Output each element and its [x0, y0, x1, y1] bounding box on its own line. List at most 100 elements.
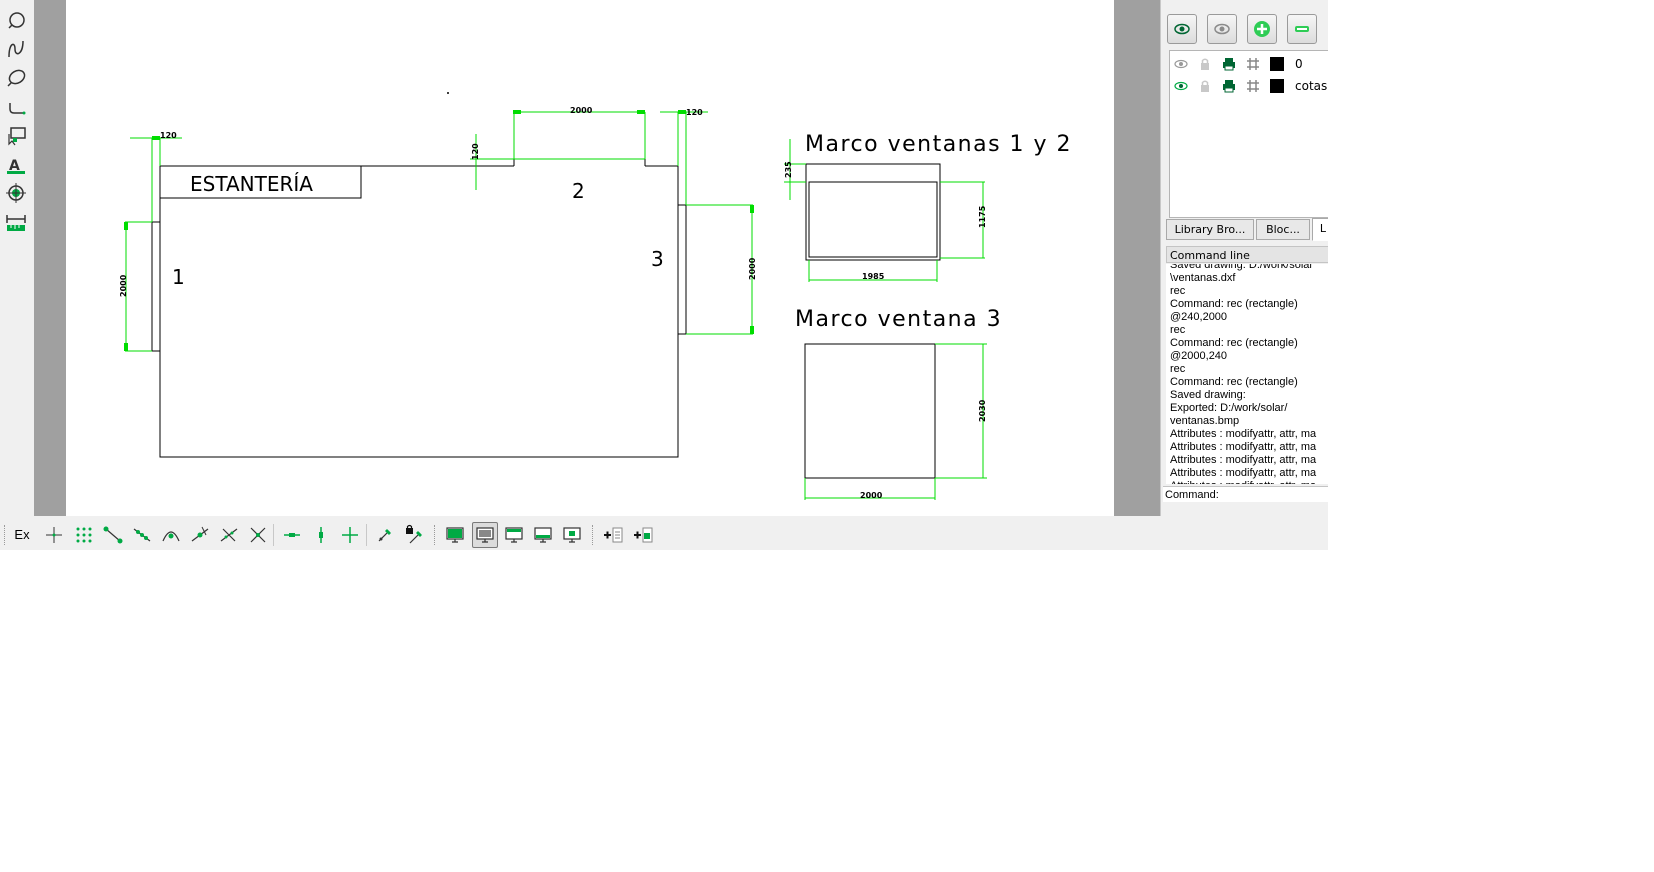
dimension-tool-icon[interactable] — [3, 209, 29, 235]
drawing-canvas[interactable]: ESTANTERÍA 1 3 2 120 2000 120 120 2000 2… — [66, 0, 1114, 516]
dock-tabs: Library Bro... Bloc... L — [1166, 218, 1328, 241]
tab-library-browser[interactable]: Library Bro... — [1166, 219, 1254, 240]
restrict-orthogonal-icon[interactable] — [338, 523, 362, 547]
dim-120-topleft: 120 — [160, 131, 177, 140]
command-history-line: \ventanas.dxf — [1170, 272, 1236, 284]
command-history-line: Saved drawing: — [1170, 389, 1246, 401]
lock-relative-zero-icon[interactable] — [402, 523, 426, 547]
command-history-line: Command: rec (rectangle) — [1170, 298, 1298, 310]
snap-endpoint-icon[interactable] — [101, 523, 125, 547]
layer-construction-icon[interactable] — [1244, 77, 1262, 95]
select-tool-icon[interactable] — [3, 122, 29, 148]
layer-visibility-icon[interactable] — [1172, 55, 1190, 73]
layer-lock-icon[interactable] — [1196, 77, 1214, 95]
snap-center-icon[interactable] — [159, 523, 183, 547]
room-label: ESTANTERÍA — [190, 172, 313, 196]
left-toolbar: A — [0, 0, 34, 516]
ellipse-tool-icon[interactable] — [3, 64, 29, 90]
hide-all-layers-icon[interactable] — [1207, 14, 1237, 44]
frame3-dim-2030: 2030 — [978, 399, 987, 422]
layer-color-swatch[interactable] — [1268, 77, 1286, 95]
snap-distance-icon[interactable] — [217, 523, 241, 547]
layer-list: 0 cotas — [1169, 50, 1328, 218]
frame3-rect — [804, 343, 936, 479]
frame3-title: Marco ventana 3 — [795, 307, 1002, 332]
command-history-line: Attributes : modifyattr, attr, ma — [1170, 480, 1328, 484]
window-1-rect — [151, 221, 161, 352]
tab-blocks[interactable]: Bloc... — [1256, 219, 1310, 240]
window-2-opening — [513, 158, 646, 166]
tab-layers[interactable]: L — [1312, 218, 1328, 241]
frame3-dim-2000: 2000 — [860, 491, 883, 500]
command-history-line: rec — [1170, 324, 1186, 336]
freehand-tool-icon[interactable] — [3, 35, 29, 61]
layer-print-icon[interactable] — [1220, 55, 1238, 73]
command-history-line: rec — [1170, 363, 1186, 375]
dim-2000-right: 2000 — [748, 257, 757, 280]
add-list-item-icon[interactable] — [601, 523, 625, 547]
command-history-line: Saved drawing: D:/work/solar — [1170, 264, 1314, 271]
dim-120-wall: 120 — [471, 143, 480, 160]
snap-free-icon[interactable] — [42, 523, 66, 547]
dimension-arrows — [124, 110, 754, 351]
command-history-line: Command: rec (rectangle) — [1170, 337, 1298, 349]
frame12-dim-1985: 1985 — [862, 272, 885, 281]
set-relative-zero-icon[interactable] — [373, 523, 397, 547]
layer-visibility-icon[interactable] — [1172, 77, 1190, 95]
frame12-title: Marco ventanas 1 y 2 — [805, 132, 1072, 157]
text-tool-icon[interactable]: A — [3, 151, 29, 177]
command-line-title: Command line — [1166, 246, 1328, 263]
frame12-dimensions — [784, 139, 985, 282]
layer-row-cotas[interactable]: cotas — [1170, 75, 1328, 97]
layer-toolbar — [1165, 14, 1325, 46]
command-history[interactable]: Saved drawing: D:/work/solar \ventanas.dx… — [1166, 264, 1328, 484]
command-history-line: Attributes : modifyattr, attr, ma — [1170, 454, 1317, 466]
view-screen-1-icon[interactable] — [443, 523, 467, 547]
frame12-inner — [808, 181, 938, 258]
dim-2000-left: 2000 — [119, 274, 128, 297]
window-1-label: 1 — [172, 265, 185, 289]
layer-color-swatch[interactable] — [1268, 55, 1286, 73]
snap-intersection-icon[interactable] — [246, 523, 270, 547]
exclusive-snap-button[interactable]: Ex — [10, 523, 34, 547]
circle-tool-icon[interactable] — [3, 6, 29, 32]
window-2-label: 2 — [572, 179, 585, 203]
remove-layer-icon[interactable] — [1287, 14, 1317, 44]
polyline-tool-icon[interactable] — [3, 93, 29, 119]
view-screen-5-icon[interactable] — [560, 523, 584, 547]
frame12-dim-235: 235 — [784, 161, 793, 178]
add-layer-icon[interactable] — [1247, 14, 1277, 44]
command-history-line: @240,2000 — [1170, 311, 1228, 323]
dim-120-topright: 120 — [686, 108, 703, 117]
snap-grid-icon[interactable] — [72, 523, 96, 547]
command-history-line: @2000,240 — [1170, 350, 1228, 362]
frame12-dim-1175: 1175 — [978, 205, 987, 228]
snap-middle-icon[interactable] — [188, 523, 212, 547]
toolbar-grip — [592, 525, 595, 545]
snap-toolbar: Ex — [0, 519, 1328, 550]
view-screen-3-icon[interactable] — [502, 523, 526, 547]
show-all-layers-icon[interactable] — [1167, 14, 1197, 44]
drawing-frame: ESTANTERÍA 1 3 2 120 2000 120 120 2000 2… — [34, 0, 1160, 516]
add-block-item-icon[interactable] — [631, 523, 655, 547]
toolbar-grip — [434, 525, 437, 545]
modify-tool-icon[interactable] — [3, 180, 29, 206]
dimension-lines — [125, 111, 753, 352]
command-input[interactable]: Command: — [1163, 486, 1328, 502]
layer-lock-icon[interactable] — [1196, 55, 1214, 73]
command-history-line: Attributes : modifyattr, attr, ma — [1170, 428, 1317, 440]
restrict-vertical-icon[interactable] — [309, 523, 333, 547]
layer-print-icon[interactable] — [1220, 77, 1238, 95]
view-screen-4-icon[interactable] — [531, 523, 555, 547]
restrict-horizontal-icon[interactable] — [280, 523, 304, 547]
layer-construction-icon[interactable] — [1244, 55, 1262, 73]
window-3-label: 3 — [651, 247, 664, 271]
command-history-line: Command: rec (rectangle) — [1170, 376, 1298, 388]
frame3-dimensions — [804, 343, 987, 500]
layer-row-0[interactable]: 0 — [1170, 53, 1328, 75]
command-history-line: Attributes : modifyattr, attr, ma — [1170, 441, 1317, 453]
stray-point — [447, 92, 449, 94]
dim-2000-top: 2000 — [570, 106, 593, 115]
view-screen-2-icon[interactable] — [472, 522, 498, 548]
snap-on-entity-icon[interactable] — [130, 523, 154, 547]
